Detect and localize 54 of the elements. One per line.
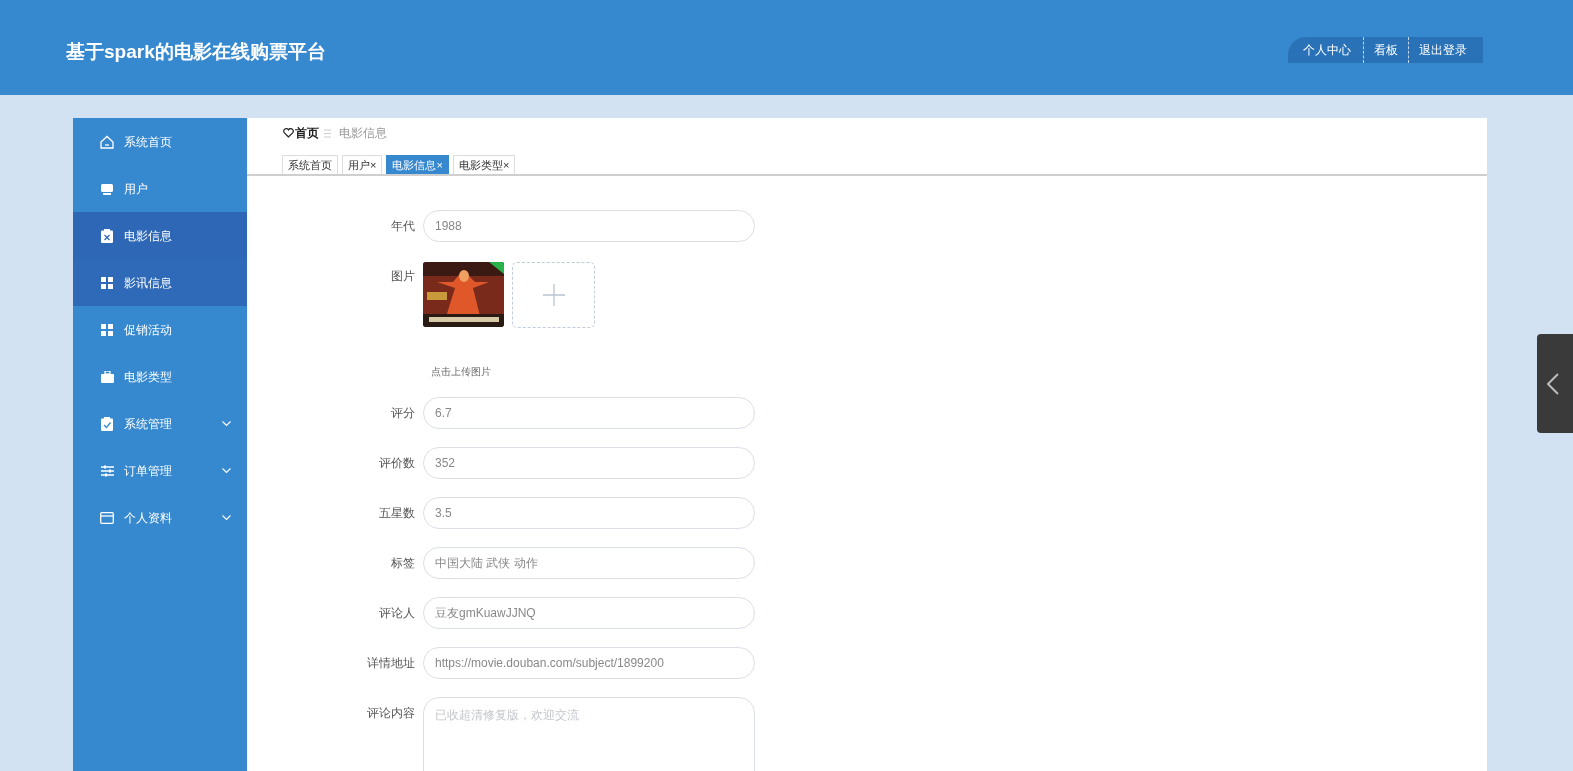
chevron-down-icon	[222, 514, 231, 521]
grid-icon	[101, 323, 113, 336]
sidebar-item[interactable]: 促销活动	[73, 306, 247, 353]
input-field[interactable]: 中国大陆 武侠 动作	[423, 547, 755, 579]
chevron-left-icon	[1547, 372, 1559, 395]
sidebar-item[interactable]: 系统管理	[73, 400, 247, 447]
sidebar-item[interactable]: 系统首页	[73, 118, 247, 165]
breadcrumb-link[interactable]: 首页	[295, 124, 319, 142]
field-label: 详情地址	[366, 655, 416, 672]
header-link[interactable]: 退出登录	[1408, 37, 1483, 63]
chevron-down-icon	[222, 467, 231, 474]
sidebar-item[interactable]: 用户	[73, 165, 247, 212]
collapse-handle[interactable]	[1537, 334, 1573, 433]
sidebar-item[interactable]: 个人资料	[73, 494, 247, 541]
field-label: 标签	[390, 555, 416, 572]
header-link[interactable]: 看板	[1363, 37, 1408, 63]
heart-icon	[283, 128, 294, 138]
breadcrumb-current: 电影信息	[339, 125, 387, 142]
briefcase-icon	[100, 370, 114, 383]
field-label: 评分	[390, 405, 416, 422]
sidebar-item[interactable]: 订单管理	[73, 447, 247, 494]
input-field[interactable]: https://movie.douban.com/subject/1899200	[423, 647, 755, 679]
field-label: 图片	[390, 268, 416, 285]
home-icon	[100, 134, 114, 149]
page-tab[interactable]: 电影信息×	[386, 155, 449, 175]
monitor-icon	[101, 182, 113, 195]
field-label: 评论内容	[366, 705, 416, 722]
sidebar-item[interactable]: 影讯信息	[73, 259, 247, 306]
clipboard-icon	[101, 228, 113, 243]
input-field[interactable]: 352	[423, 447, 755, 479]
plus-icon	[542, 284, 565, 306]
field-label: 评论人	[378, 605, 416, 622]
sidebar-item[interactable]: 电影类型	[73, 353, 247, 400]
input-field[interactable]: 6.7	[423, 397, 755, 429]
clipboard-icon	[101, 416, 113, 431]
upload-hint: 点击上传图片	[431, 365, 492, 379]
sliders-icon	[100, 464, 114, 477]
page-tab[interactable]: 电影类型×	[452, 155, 516, 175]
chevron-down-icon	[222, 420, 231, 427]
field-label: 年代	[390, 218, 416, 235]
page-tab[interactable]: 系统首页	[282, 155, 338, 175]
grid-icon	[101, 276, 113, 289]
input-field[interactable]: 1988	[423, 210, 755, 242]
input-field[interactable]: 豆友gmKuawJJNQ	[423, 597, 755, 629]
card-icon	[100, 511, 114, 524]
app-title: 基于spark的电影在线购票平台	[66, 40, 326, 64]
sidebar-item[interactable]: 电影信息	[73, 212, 247, 259]
header-link[interactable]: 个人中心	[1288, 37, 1363, 63]
input-field[interactable]: 3.5	[423, 497, 755, 529]
field-label: 评价数	[378, 455, 416, 472]
upload-box[interactable]	[512, 262, 595, 328]
field-label: 五星数	[378, 505, 416, 522]
page-tab[interactable]: 用户×	[342, 155, 383, 175]
separator-icon	[324, 128, 331, 138]
